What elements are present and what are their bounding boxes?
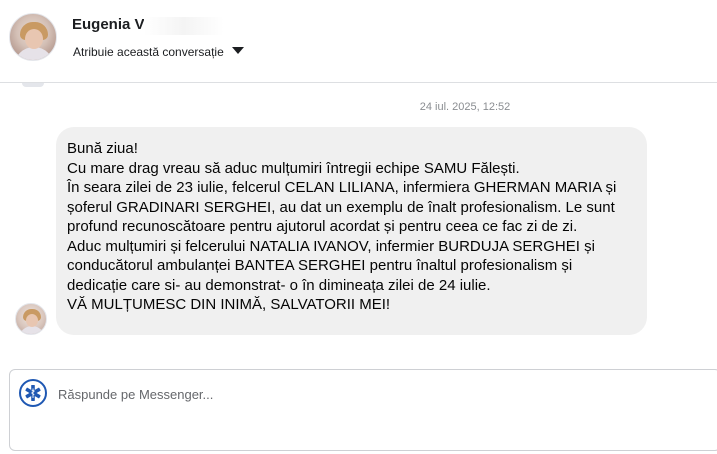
message-line: profund recunoscătoare pentru ajutorul a… xyxy=(67,218,578,235)
name-redaction xyxy=(144,17,224,35)
reply-composer[interactable] xyxy=(9,369,717,451)
message-line: conducătorul ambulanței BANTEA SERGHEI p… xyxy=(67,257,573,274)
contact-avatar[interactable] xyxy=(9,13,57,61)
assign-conversation-label[interactable]: Atribuie această conversație xyxy=(73,45,224,59)
message-line: În seara zilei de 23 iulie, felcerul CEL… xyxy=(67,179,617,196)
message-bubble[interactable]: Bună ziua! Cu mare drag vreau să aduc mu… xyxy=(56,127,647,335)
header-divider-tab xyxy=(22,83,44,87)
avatar-shoulders xyxy=(14,47,54,60)
reply-input[interactable] xyxy=(58,384,698,404)
conversation-view: Eugenia Velnotinsch Atribuie această con… xyxy=(0,0,717,454)
message-line: Cu mare drag vreau să aduc mulțumiri înt… xyxy=(67,159,520,177)
message-line: dedicație care si- au demonstrat- o în d… xyxy=(67,276,491,294)
avatar-face xyxy=(25,29,43,49)
assign-conversation-dropdown[interactable]: Atribuie această conversație xyxy=(73,45,244,59)
message-line: șoferul GRADINARI SERGHEI, au dat un exe… xyxy=(67,198,615,216)
message-timestamp: 24 iul. 2025, 12:52 xyxy=(419,101,511,113)
message-line: Bună ziua! xyxy=(67,140,138,157)
sender-avatar[interactable] xyxy=(15,303,47,335)
message-line: VĂ MULȚUMESC DIN INIMĂ, SALVATORII MEI! xyxy=(67,296,391,313)
avatar-face xyxy=(26,314,38,327)
avatar-shoulders xyxy=(19,326,45,334)
conversation-header: Eugenia Velnotinsch Atribuie această con… xyxy=(0,0,717,83)
caret-down-icon[interactable] xyxy=(231,47,244,54)
star-of-life-glyph xyxy=(25,385,41,401)
message-line: Aduc mulțumiri și felcerului NATALIA IVA… xyxy=(67,237,595,255)
star-of-life-icon xyxy=(19,379,47,407)
